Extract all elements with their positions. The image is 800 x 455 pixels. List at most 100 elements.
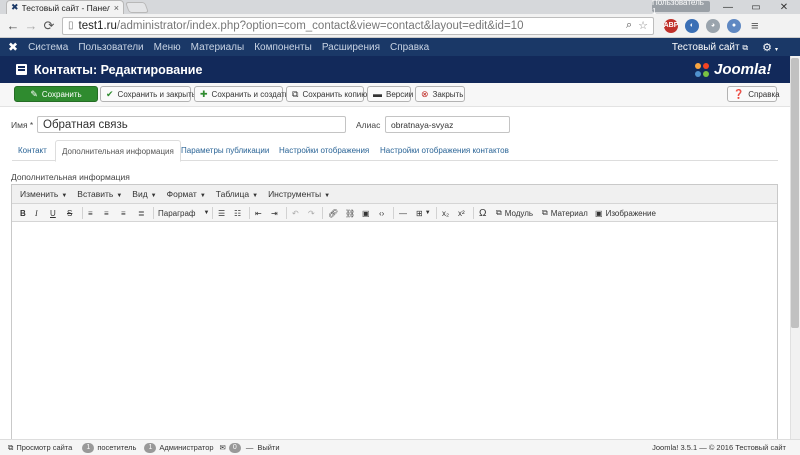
save-close-button[interactable]: ✔ Сохранить и закрыть	[100, 86, 196, 102]
image-button[interactable]: ▣ Изображение	[595, 206, 656, 220]
browser-tab[interactable]: ✖ Тестовый сайт - Панель ×	[6, 0, 124, 14]
adblock-icon[interactable]: ABP	[664, 18, 678, 33]
name-input[interactable]: Обратная связь	[37, 116, 346, 133]
minimize-icon[interactable]: —	[714, 0, 742, 14]
extension-globe-icon[interactable]: ●	[727, 18, 741, 33]
nav-system[interactable]: Система	[28, 42, 68, 53]
forward-icon[interactable]: →	[22, 18, 40, 33]
save-new-button[interactable]: ✚ Сохранить и создать	[194, 86, 289, 102]
site-link[interactable]: Тестовый сайт ⧉	[672, 42, 748, 53]
bold-icon[interactable]: B	[20, 206, 26, 220]
menu-view[interactable]: Вид ▼	[132, 189, 156, 199]
justify-icon[interactable]: ≣	[138, 206, 145, 220]
menu-tools[interactable]: Инструменты ▼	[268, 189, 330, 199]
menu-table[interactable]: Таблица ▼	[216, 189, 258, 199]
scrollbar-thumb[interactable]	[791, 58, 799, 328]
align-center-icon[interactable]: ≡	[104, 206, 109, 220]
menu-format[interactable]: Формат ▼	[167, 189, 206, 199]
table-icon[interactable]: ⊞ ▼	[416, 206, 431, 220]
toolbar-separator	[473, 207, 474, 219]
visitors-badge: 1	[82, 442, 95, 453]
tab-misc-info[interactable]: Дополнительная информация	[55, 140, 181, 162]
menu-edit[interactable]: Изменить ▼	[20, 189, 67, 199]
settings-gear-icon[interactable]: ⚙ ▾	[762, 41, 778, 54]
bookmark-star-icon[interactable]: ☆	[638, 19, 648, 32]
extension-gray-icon[interactable]: ◕	[706, 18, 720, 33]
italic-icon[interactable]: I	[35, 206, 38, 220]
maximize-icon[interactable]: ▭	[742, 0, 770, 14]
save-copy-button[interactable]: ⧉ Сохранить копию	[286, 86, 367, 102]
messages-icon[interactable]: ✉	[220, 443, 226, 452]
indent-icon[interactable]: ⇥	[271, 206, 278, 220]
joomla-menu-icon[interactable]: ✖	[8, 40, 18, 54]
editor-menubar: Изменить ▼ Вставить ▼ Вид ▼ Формат ▼ Таблица…	[12, 185, 777, 204]
new-tab-button[interactable]	[124, 2, 150, 13]
tab-display[interactable]: Настройки отображения	[273, 140, 375, 161]
nav-menus[interactable]: Меню	[154, 42, 181, 53]
underline-icon[interactable]: U	[50, 206, 56, 220]
versions-button[interactable]: ▬ Версии	[367, 86, 413, 102]
link-icon[interactable]: 🔗︎	[328, 206, 338, 220]
tab-publishing[interactable]: Параметры публикации	[175, 140, 275, 161]
site-link-label: Тестовый сайт	[671, 41, 740, 53]
module-icon: ⧉	[496, 208, 502, 217]
visitors-label: посетитель	[97, 443, 137, 452]
logout-link[interactable]: Выйти	[257, 443, 279, 452]
nav-help[interactable]: Справка	[390, 42, 429, 53]
code-icon[interactable]: ‹›	[379, 206, 384, 220]
back-icon[interactable]: ←	[4, 18, 22, 33]
admins-badge: 1	[144, 442, 157, 453]
nav-components[interactable]: Компоненты	[254, 42, 312, 53]
numbered-list-icon[interactable]: ☷	[234, 206, 241, 220]
save-icon: ✎	[30, 88, 38, 99]
browser-menu-icon[interactable]: ≡	[751, 18, 759, 33]
subscript-icon[interactable]: x₂	[442, 206, 449, 220]
toolbar-separator	[436, 207, 437, 219]
article-button[interactable]: ⧉ Материал	[542, 206, 588, 220]
special-char-icon[interactable]: Ω	[479, 206, 486, 220]
picture-icon: ▣	[595, 208, 603, 218]
superscript-icon[interactable]: x²	[458, 206, 465, 220]
tab-form-display[interactable]: Настройки отображения контактов	[374, 140, 515, 161]
outdent-icon[interactable]: ⇤	[255, 206, 262, 220]
editor-content-area[interactable]	[12, 222, 777, 443]
contacts-icon	[16, 64, 27, 75]
menu-insert[interactable]: Вставить ▼	[77, 189, 122, 199]
undo-icon[interactable]: ↶	[292, 206, 299, 220]
extension-blue-icon[interactable]: ◐	[685, 18, 699, 33]
url-input[interactable]: ▯ test1.ru/administrator/index.php?optio…	[62, 16, 654, 35]
strikethrough-icon[interactable]: S	[67, 206, 72, 220]
browser-user-badge[interactable]: Пользователь 1	[652, 0, 710, 16]
zoom-icon[interactable]: ⌕	[626, 19, 632, 32]
tab-contact[interactable]: Контакт	[12, 140, 53, 161]
alias-label: Алиас	[356, 120, 381, 130]
page-title: Контакты: Редактирование	[34, 62, 203, 77]
save-new-label: Сохранить и создать	[211, 89, 289, 99]
alias-input[interactable]: obratnaya-svyaz	[385, 116, 510, 133]
view-site-link[interactable]: Просмотр сайта	[16, 443, 72, 452]
unlink-icon[interactable]: ⛓︎	[345, 206, 355, 220]
url-host: test1.ru	[78, 19, 117, 32]
horizontal-rule-icon[interactable]: —	[399, 206, 407, 220]
nav-content[interactable]: Материалы	[191, 42, 245, 53]
menu-insert-label: Вставить	[77, 189, 114, 199]
help-button[interactable]: ❓ Справка	[727, 86, 780, 102]
joomla-logo-icon	[695, 62, 709, 77]
toolbar-separator	[212, 207, 213, 219]
toolbar-separator	[249, 207, 250, 219]
insert-image-icon[interactable]: ▣	[362, 206, 370, 220]
paragraph-select[interactable]: Параграф ▼	[158, 206, 209, 220]
module-button[interactable]: ⧉ Модуль	[496, 206, 533, 220]
close-button[interactable]: ⊗ Закрыть	[415, 86, 465, 102]
tab-close-icon[interactable]: ×	[114, 3, 119, 13]
nav-extensions[interactable]: Расширения	[322, 42, 380, 53]
reload-icon[interactable]: ⟳	[40, 18, 58, 34]
redo-icon[interactable]: ↷	[308, 206, 315, 220]
align-right-icon[interactable]: ≡	[121, 206, 126, 220]
align-left-icon[interactable]: ≡	[88, 206, 93, 220]
window-close-icon[interactable]: ✕	[770, 0, 798, 14]
bullet-list-icon[interactable]: ☰	[218, 206, 225, 220]
nav-users[interactable]: Пользователи	[78, 42, 143, 53]
action-toolbar: ✎ Сохранить ✔ Сохранить и закрыть ✚ Сохрани…	[0, 83, 800, 107]
save-button[interactable]: ✎ Сохранить	[14, 86, 98, 102]
